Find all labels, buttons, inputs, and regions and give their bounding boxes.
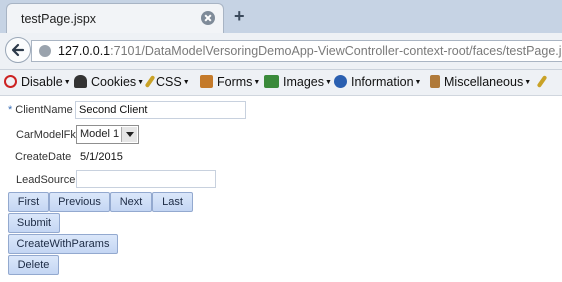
browser-tab[interactable]: testPage.jspx <box>6 3 224 34</box>
pencil-icon <box>536 75 548 88</box>
tab-title: testPage.jspx <box>21 12 97 26</box>
miscellaneous-icon <box>430 75 440 88</box>
car-model-label: CarModelFk <box>16 129 76 141</box>
create-date-label: CreateDate <box>15 151 72 163</box>
css-wand-icon <box>144 75 156 88</box>
delete-button[interactable]: Delete <box>8 255 59 275</box>
forms-clipboard-icon <box>200 75 213 88</box>
cookies-icon <box>74 75 87 88</box>
devbar-overflow-icon[interactable] <box>536 75 548 89</box>
first-button[interactable]: First <box>8 192 49 212</box>
devbar-miscellaneous[interactable]: Miscellaneous▼ <box>430 75 531 89</box>
submit-button[interactable]: Submit <box>8 213 60 233</box>
back-arrow-icon <box>11 43 25 57</box>
car-model-select[interactable]: Model 1 <box>76 125 139 144</box>
tab-strip: testPage.jspx + <box>0 0 562 34</box>
create-with-params-button[interactable]: CreateWithParams <box>8 234 118 254</box>
close-icon[interactable] <box>201 11 215 25</box>
images-icon <box>264 75 279 88</box>
chevron-down-icon <box>121 127 137 142</box>
devbar-disable[interactable]: Disable▼ <box>4 75 71 89</box>
navigation-bar: 127.0.0.1:7101/DataModelVersoringDemoApp… <box>0 33 562 70</box>
client-name-label: * ClientName <box>8 104 73 116</box>
devbar-images[interactable]: Images▼ <box>264 75 332 89</box>
devbar-forms[interactable]: Forms▼ <box>200 75 260 89</box>
last-button[interactable]: Last <box>152 192 193 212</box>
web-developer-toolbar: Disable▼ Cookies▼ CSS▼ Forms▼ Images▼ In… <box>0 70 562 96</box>
back-button[interactable] <box>5 37 31 63</box>
devbar-information[interactable]: Information▼ <box>334 75 421 89</box>
devbar-cookies[interactable]: Cookies▼ <box>74 75 144 89</box>
previous-button[interactable]: Previous <box>49 192 110 212</box>
lead-source-input[interactable] <box>76 170 216 188</box>
new-tab-button[interactable]: + <box>234 6 245 27</box>
next-button[interactable]: Next <box>110 192 152 212</box>
car-model-value: Model 1 <box>80 128 120 140</box>
url-text: 127.0.0.1:7101/DataModelVersoringDemoApp… <box>58 44 562 58</box>
disable-icon <box>4 75 17 88</box>
address-bar[interactable]: 127.0.0.1:7101/DataModelVersoringDemoApp… <box>31 40 562 62</box>
globe-icon <box>39 45 51 57</box>
information-icon <box>334 75 347 88</box>
lead-source-label: LeadSource <box>16 174 76 186</box>
create-date-value: 5/1/2015 <box>80 151 123 163</box>
devbar-css[interactable]: CSS▼ <box>144 75 190 89</box>
client-name-input[interactable] <box>75 101 246 119</box>
